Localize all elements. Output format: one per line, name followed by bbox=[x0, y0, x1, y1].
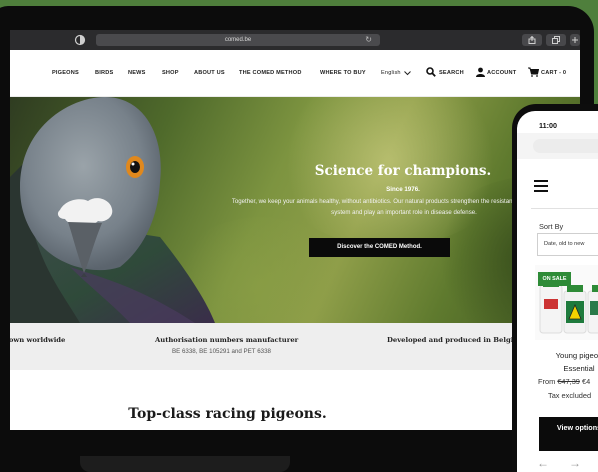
product-name[interactable]: Young pigeon Essential bbox=[539, 350, 598, 375]
hero-title: Science for champions. bbox=[314, 163, 492, 179]
price-old: €47,39 bbox=[557, 377, 580, 386]
new-tab-button[interactable] bbox=[570, 34, 580, 46]
phone-address-bar[interactable] bbox=[533, 139, 598, 153]
search-link[interactable]: SEARCH bbox=[439, 70, 464, 76]
nav-comed-method[interactable]: THE COMED METHOD bbox=[239, 70, 302, 76]
divider bbox=[531, 208, 598, 209]
view-options-button[interactable]: View options bbox=[539, 417, 598, 451]
product-name-line1: Young pigeon bbox=[555, 351, 598, 360]
price-prefix: From bbox=[538, 377, 556, 386]
product-price: From €47,39 €4 bbox=[538, 377, 590, 386]
arrow-left-icon[interactable]: ← bbox=[537, 456, 569, 470]
tabs-button[interactable] bbox=[546, 34, 566, 46]
browser-toolbar: comed.be ↻ bbox=[10, 30, 580, 50]
phone-screen: 11:00 Sort By Date, old to new ON SALE Y… bbox=[517, 111, 598, 472]
url-text: comed.be bbox=[224, 37, 252, 43]
sort-label: Sort By bbox=[539, 222, 564, 231]
privacy-shield-icon[interactable] bbox=[74, 34, 86, 46]
product-name-line2: Essential bbox=[563, 363, 595, 373]
cart-link[interactable]: CART - 0 bbox=[541, 70, 566, 76]
price-new: €4 bbox=[581, 377, 591, 386]
nav-news[interactable]: NEWS bbox=[128, 70, 146, 76]
hero-since: Since 1976. bbox=[386, 186, 420, 193]
share-icon bbox=[528, 36, 536, 44]
hamburger-menu-icon[interactable] bbox=[534, 180, 548, 195]
laptop-base bbox=[80, 456, 290, 472]
main-navigation: PIGEONS BIRDS NEWS SHOP ABOUT US THE COM… bbox=[10, 50, 580, 97]
discover-method-button[interactable]: Discover the COMED Method. bbox=[309, 238, 450, 257]
tax-note: Tax excluded bbox=[548, 391, 592, 400]
arrow-right-icon[interactable]: → bbox=[569, 456, 598, 470]
search-icon[interactable] bbox=[426, 67, 436, 77]
address-bar[interactable]: comed.be ↻ bbox=[96, 34, 380, 46]
account-link[interactable]: ACCOUNT bbox=[487, 70, 516, 76]
sort-select[interactable]: Date, old to new bbox=[537, 233, 598, 256]
nav-where-to-buy[interactable]: WHERE TO BUY bbox=[320, 70, 366, 76]
feature-authorisation: Authorisation numbers manufacturer bbox=[155, 336, 299, 344]
phone-time: 11:00 bbox=[539, 121, 557, 130]
feature-known-worldwide: Known worldwide bbox=[10, 336, 66, 344]
cart-icon[interactable] bbox=[528, 67, 539, 77]
chevron-down-icon[interactable] bbox=[404, 70, 411, 76]
section-title: Top-class racing pigeons. bbox=[128, 406, 327, 422]
nav-pigeons[interactable]: PIGEONS bbox=[52, 70, 79, 76]
carousel-arrows: ←→ bbox=[537, 456, 598, 470]
nav-shop[interactable]: SHOP bbox=[162, 70, 179, 76]
account-icon[interactable] bbox=[476, 67, 485, 77]
on-sale-badge: ON SALE bbox=[538, 272, 571, 286]
nav-about-us[interactable]: ABOUT US bbox=[194, 70, 225, 76]
nav-birds[interactable]: BIRDS bbox=[95, 70, 113, 76]
tabs-icon bbox=[552, 36, 560, 44]
features-bar: Known worldwide Authorisation numbers ma… bbox=[10, 323, 580, 370]
feature-developed-belgium: Developed and produced in Belgium bbox=[387, 336, 526, 344]
plus-icon bbox=[572, 37, 578, 43]
feature-authorisation-numbers: BE 6338, BE 105291 and PET 6338 bbox=[172, 348, 271, 355]
website-viewport: PIGEONS BIRDS NEWS SHOP ABOUT US THE COM… bbox=[10, 50, 580, 430]
language-selector[interactable]: English bbox=[381, 70, 401, 76]
pigeon-photo bbox=[10, 97, 215, 323]
share-button[interactable] bbox=[522, 34, 542, 46]
reload-icon[interactable]: ↻ bbox=[365, 34, 372, 46]
hero-banner: Science for champions. Since 1976. Toget… bbox=[10, 97, 580, 323]
